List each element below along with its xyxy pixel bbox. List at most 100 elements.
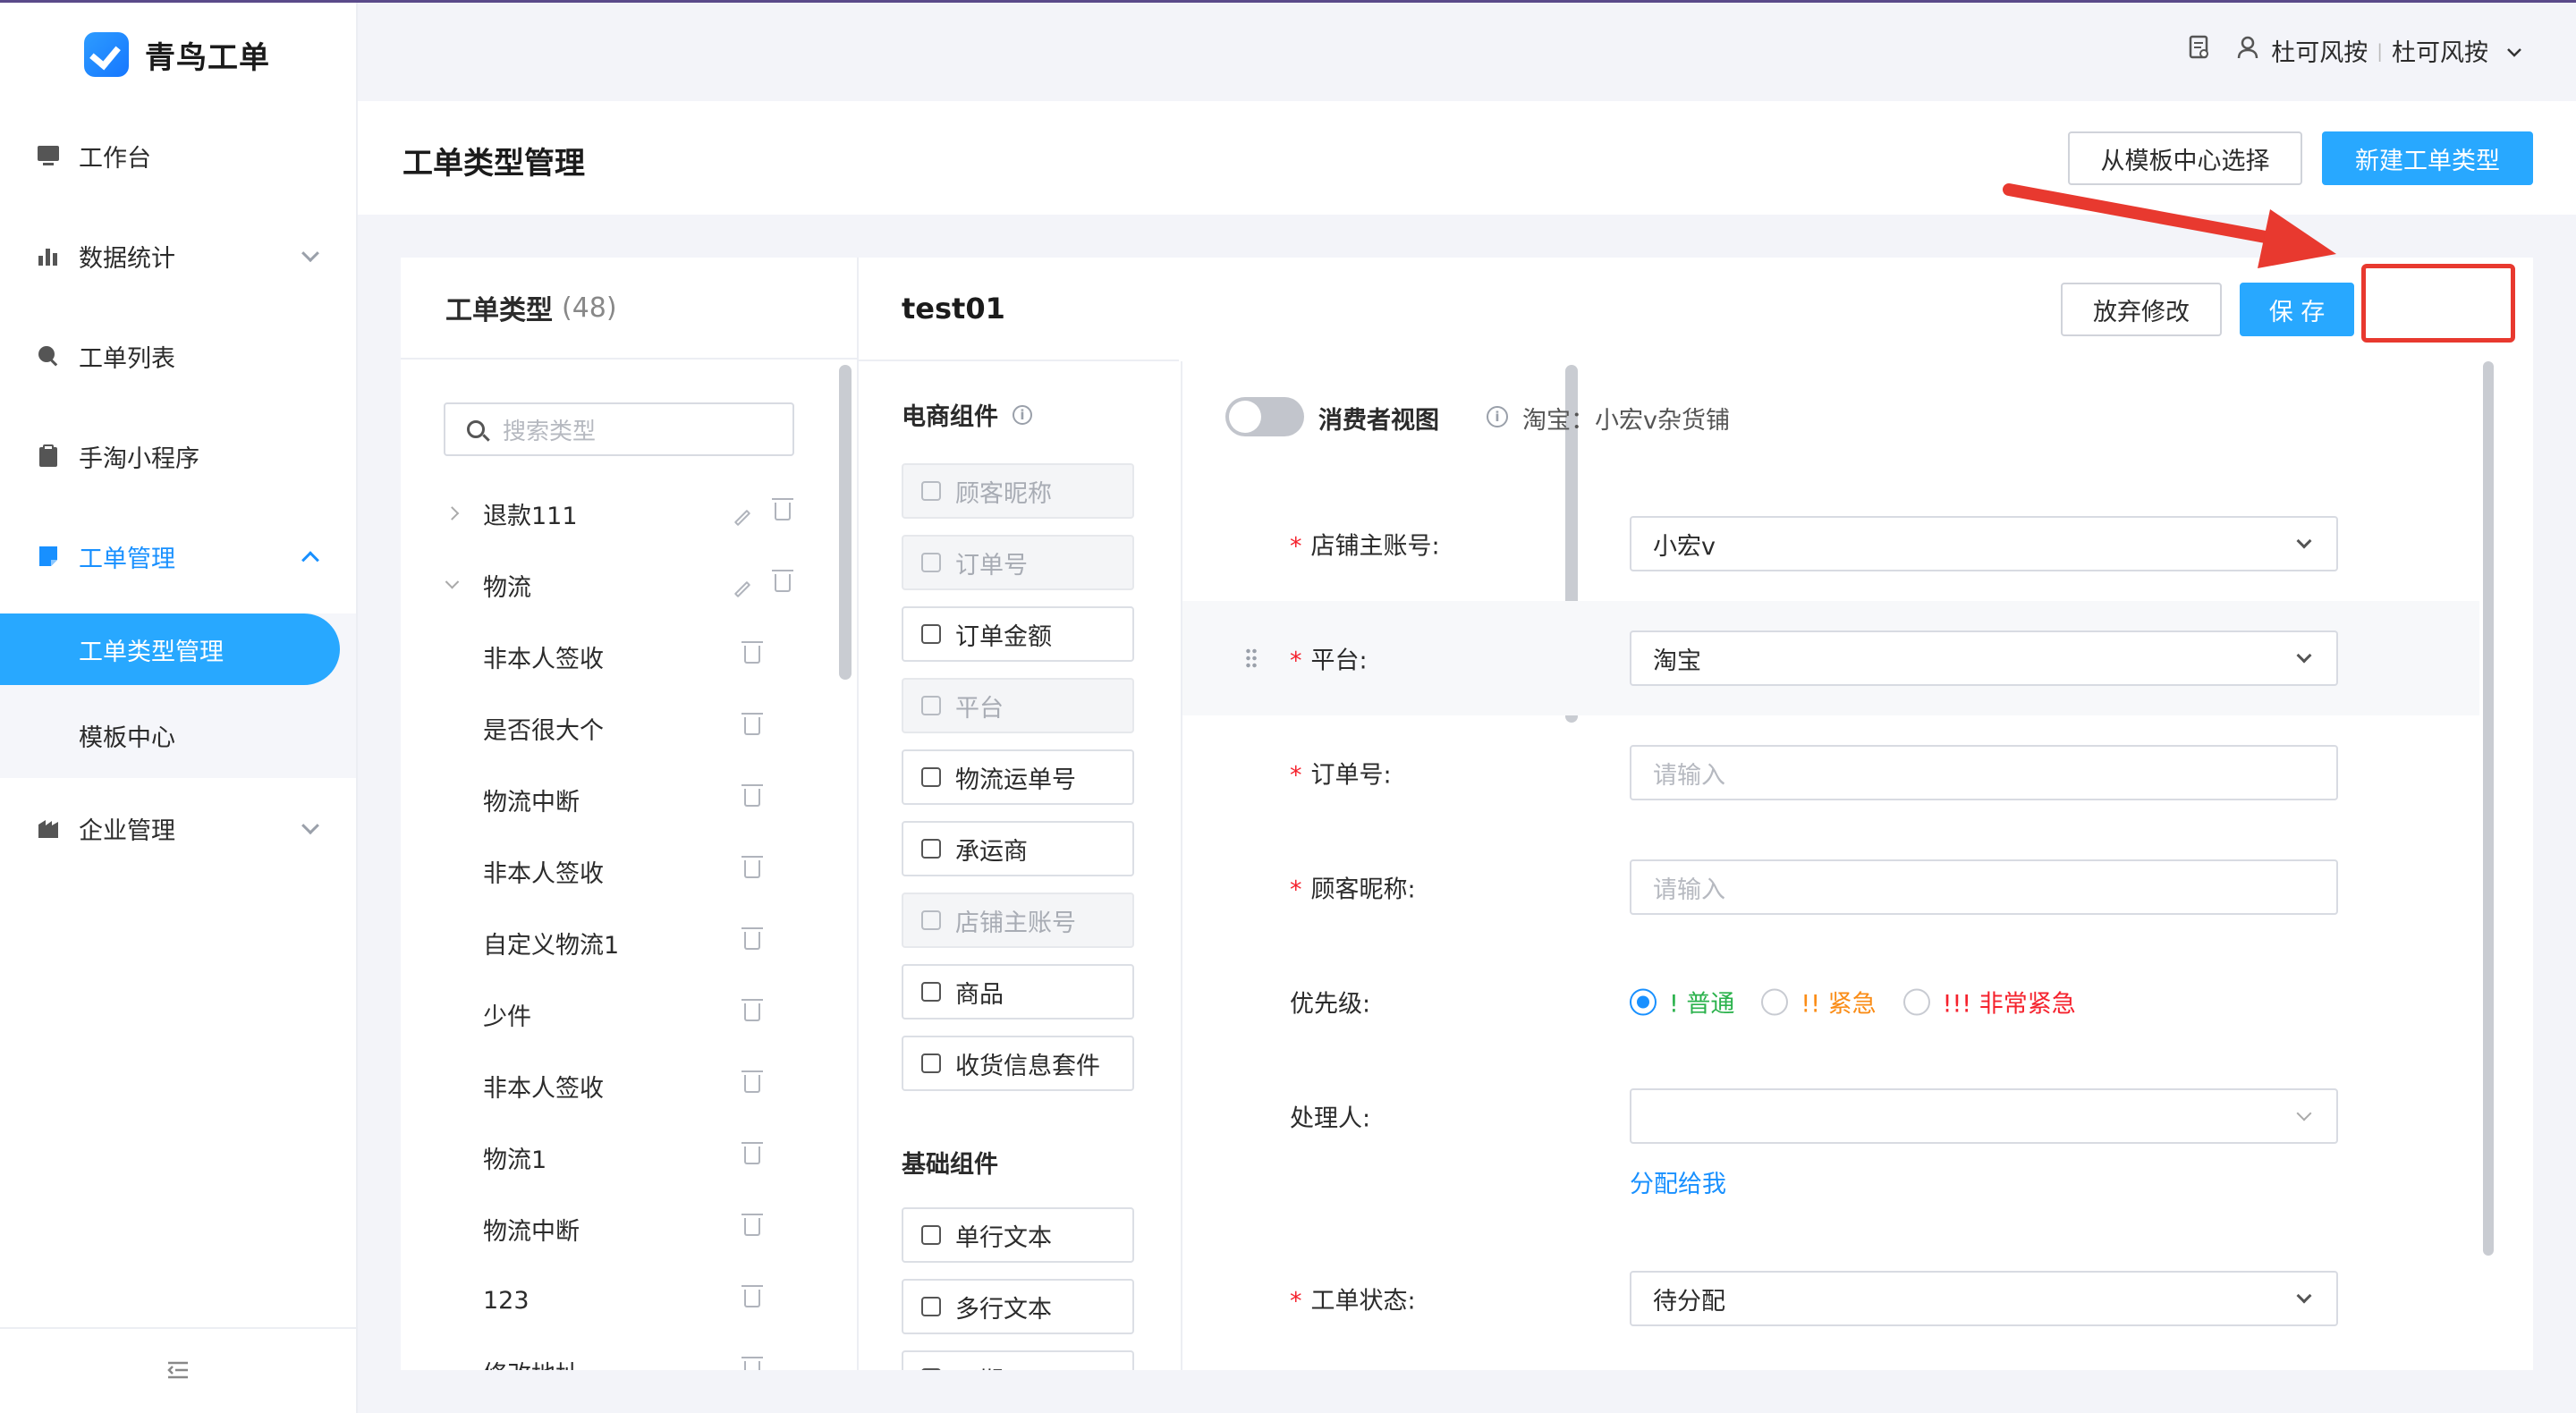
edit-icon[interactable]: [733, 501, 751, 527]
sidebar-item-workbench[interactable]: 工作台: [0, 106, 356, 206]
edit-icon[interactable]: [733, 572, 751, 598]
trash-icon[interactable]: [741, 1214, 763, 1241]
shop-account-select[interactable]: 小宏v: [1630, 516, 2338, 571]
sidebar-item-mini-program[interactable]: 手淘小程序: [0, 406, 356, 506]
tree-item[interactable]: 物流1: [401, 1121, 848, 1193]
separator: |: [2377, 39, 2383, 62]
top-bar: 杜可风按 | 杜可风按: [358, 3, 2576, 101]
tree-item[interactable]: 非本人签收: [401, 835, 848, 907]
new-ticket-type-button[interactable]: 新建工单类型: [2322, 131, 2533, 185]
component-label: 物流运单号: [955, 766, 1076, 794]
drag-handle-icon[interactable]: [1245, 647, 1258, 669]
form-preview: 消费者视图 i 淘宝：小宏v杂货铺 * 店铺主账号: 小宏v * 平台: 淘宝 * 订…: [1181, 361, 2533, 1370]
priority-critical-radio[interactable]: !!! 非常紧急: [1902, 985, 2076, 1020]
save-button[interactable]: 保 存: [2240, 283, 2354, 336]
trash-icon[interactable]: [741, 927, 763, 955]
radio-label: !! 紧急: [1801, 990, 1877, 1019]
order-no-input[interactable]: 请输入: [1630, 745, 2338, 800]
status-select[interactable]: 待分配: [1630, 1271, 2338, 1326]
priority-urgent-radio[interactable]: !! 紧急: [1761, 985, 1877, 1020]
search-icon: [36, 343, 61, 368]
tree-item[interactable]: 非本人签收: [401, 1050, 848, 1121]
select-value: 待分配: [1653, 1287, 1725, 1316]
user-name: 杜可风按: [2271, 39, 2368, 67]
info-icon[interactable]: i: [1013, 404, 1032, 425]
user-menu[interactable]: 杜可风按 | 杜可风按: [2189, 33, 2522, 68]
tree-item[interactable]: 自定义物流1: [401, 907, 848, 978]
type-list-scrollbar[interactable]: [839, 365, 852, 680]
consumer-view-toggle[interactable]: [1225, 397, 1304, 436]
tree-item[interactable]: 物流: [401, 549, 848, 621]
tree-item-label: 是否很大个: [483, 716, 604, 745]
tree-item[interactable]: 非本人签收: [401, 621, 848, 692]
component-label: 商品: [955, 980, 1004, 1009]
sidebar-item-statistics[interactable]: 数据统计: [0, 206, 356, 306]
trash-icon[interactable]: [741, 641, 763, 669]
tree-item-label: 物流: [483, 573, 531, 602]
assign-to-me-link[interactable]: 分配给我: [1630, 1164, 1726, 1199]
trash-icon[interactable]: [741, 1070, 763, 1098]
sidebar-item-enterprise[interactable]: 企业管理: [0, 778, 356, 878]
component-order-amount[interactable]: 订单金额: [902, 606, 1134, 662]
trash-icon[interactable]: [741, 1142, 763, 1170]
field-row-priority: 优先级: ! 普通 !! 紧急 !!! 非常紧急: [1182, 944, 2479, 1059]
tree-item[interactable]: 123: [401, 1265, 848, 1336]
ticket-type-panel-header: 工单类型 (48): [401, 258, 857, 360]
tree-item[interactable]: 物流中断: [401, 1193, 848, 1265]
type-count: (48): [562, 292, 617, 324]
sidebar-collapse-button[interactable]: [0, 1327, 356, 1413]
tree-item[interactable]: 是否很大个: [401, 692, 848, 764]
select-from-template-button[interactable]: 从模板中心选择: [2068, 131, 2302, 185]
sidebar-item-ticket-list[interactable]: 工单列表: [0, 306, 356, 406]
trash-icon[interactable]: [741, 1357, 763, 1370]
tree-item[interactable]: 物流中断: [401, 764, 848, 835]
form-name: test01: [902, 292, 1005, 326]
component-shipping-info[interactable]: 收货信息套件: [902, 1036, 1134, 1091]
chevron-up-icon: [301, 551, 319, 570]
sidebar-subitem-template-center[interactable]: 模板中心: [0, 692, 356, 778]
handler-select[interactable]: [1630, 1088, 2338, 1144]
customer-nick-input[interactable]: 请输入: [1630, 859, 2338, 915]
trash-icon[interactable]: [741, 999, 763, 1027]
trash-icon[interactable]: [772, 498, 793, 526]
input-placeholder: 请输入: [1653, 876, 1725, 904]
component-product[interactable]: 商品: [902, 964, 1134, 1020]
form-scrollbar[interactable]: [2483, 361, 2494, 1256]
sidebar-item-ticket-management[interactable]: 工单管理: [0, 506, 356, 606]
component-date[interactable]: 日期: [902, 1350, 1134, 1370]
shop-info: 淘宝：小宏v杂货铺: [1522, 407, 1730, 435]
trash-icon[interactable]: [741, 713, 763, 740]
trash-icon[interactable]: [772, 570, 793, 597]
chevron-down-icon: [2506, 37, 2522, 64]
tree-item[interactable]: 修改地址: [401, 1336, 848, 1370]
info-icon[interactable]: i: [1487, 406, 1508, 427]
platform-select[interactable]: 淘宝: [1630, 630, 2338, 686]
org-name: 杜可风按: [2392, 39, 2488, 67]
chevron-right-icon[interactable]: [445, 506, 460, 520]
app-logo[interactable]: 青鸟工单: [84, 30, 270, 80]
user-icon: [2237, 36, 2258, 65]
component-tracking-no[interactable]: 物流运单号: [902, 749, 1134, 805]
sidebar-item-label: 手淘小程序: [79, 444, 199, 473]
consumer-view-label: 消费者视图: [1318, 407, 1439, 435]
trash-icon[interactable]: [741, 1285, 763, 1313]
component-carrier[interactable]: 承运商: [902, 821, 1134, 876]
package-icon: [921, 767, 941, 787]
discard-changes-button[interactable]: 放弃修改: [2061, 283, 2222, 336]
user-icon: [921, 481, 941, 501]
type-search-input[interactable]: 搜索类型: [444, 402, 794, 456]
trash-icon[interactable]: [741, 784, 763, 812]
sidebar-subitem-ticket-types[interactable]: 工单类型管理: [0, 613, 340, 685]
trash-icon[interactable]: [741, 856, 763, 884]
section-title: 基础组件: [902, 1151, 998, 1179]
chevron-down-icon[interactable]: [445, 574, 460, 589]
component-single-line-text[interactable]: 单行文本: [902, 1207, 1134, 1263]
priority-normal-radio[interactable]: ! 普通: [1630, 985, 1734, 1020]
tree-item[interactable]: 少件: [401, 978, 848, 1050]
tree-item-label: 非本人签收: [483, 859, 604, 888]
panel-title: 工单类型: [445, 295, 553, 326]
tree-item[interactable]: 退款111: [401, 478, 848, 549]
component-multi-line-text[interactable]: 多行文本: [902, 1279, 1134, 1334]
document-icon[interactable]: [2189, 35, 2210, 66]
logo-check-icon: [84, 32, 129, 77]
